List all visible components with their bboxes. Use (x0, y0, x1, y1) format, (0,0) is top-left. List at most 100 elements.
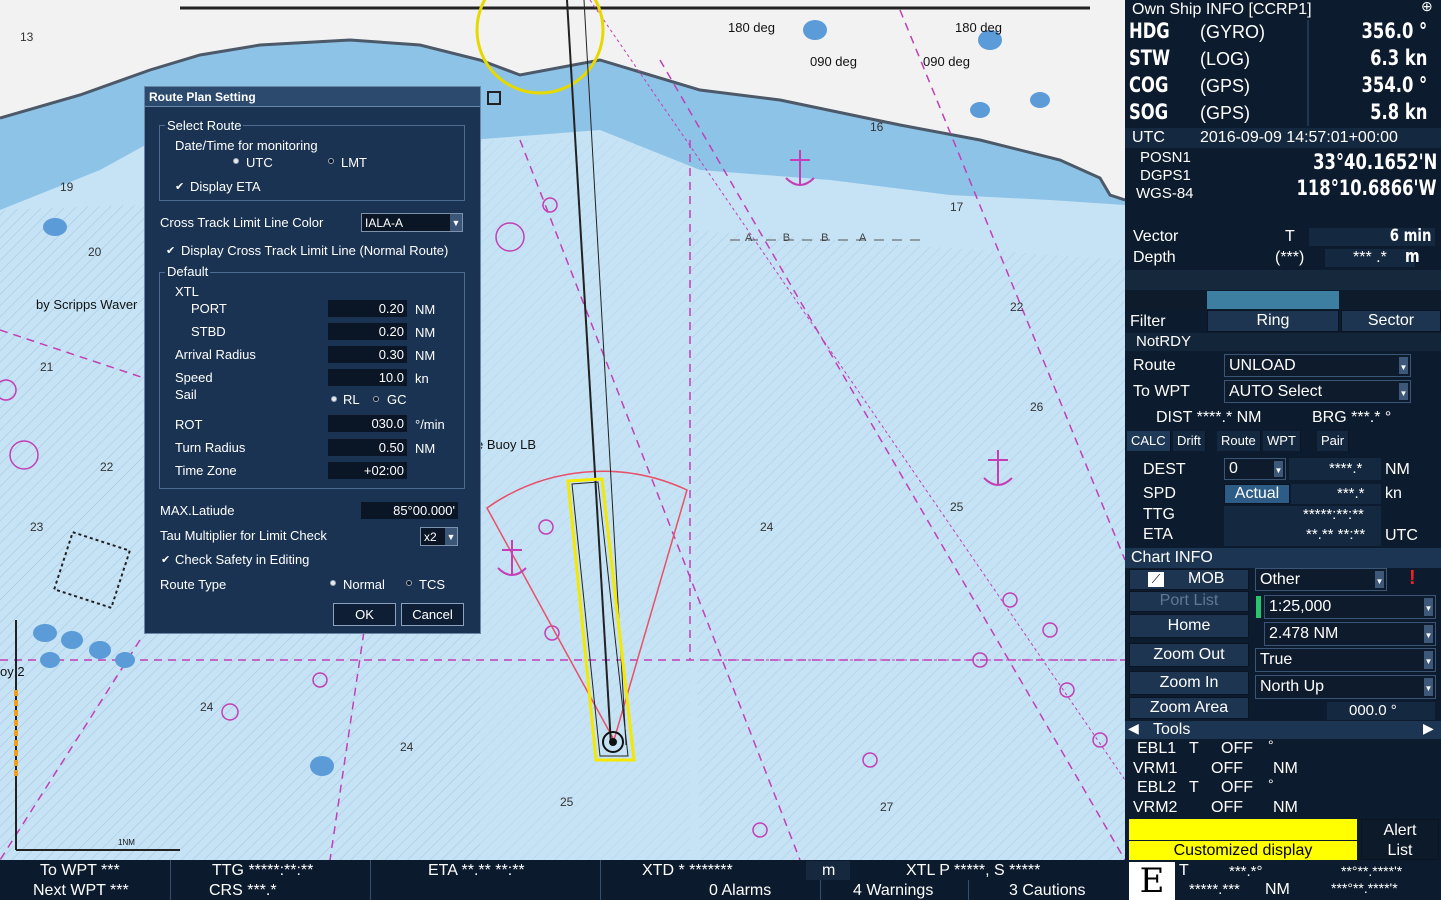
time-zone-input[interactable]: +02:00 (328, 462, 407, 479)
depth-sounding: 13 (20, 30, 34, 44)
divider (170, 860, 171, 900)
dest-select[interactable]: 0 ▼ (1224, 458, 1286, 480)
arrow-left-icon[interactable]: ◀ (1128, 720, 1139, 737)
sog-label: SOG (1129, 100, 1169, 124)
arrival-radius-label: Arrival Radius (175, 347, 256, 362)
ring-button[interactable]: Ring (1207, 310, 1339, 332)
chevron-down-icon: ▼ (445, 528, 457, 545)
depth-sounding: 27 (880, 800, 894, 814)
gc-radio[interactable] (373, 396, 379, 402)
motion-select[interactable]: True ▼ (1255, 648, 1436, 672)
to-wpt-value: AUTO Select (1229, 383, 1323, 400)
vrm1-state[interactable]: OFF (1211, 760, 1243, 778)
cursor-lat: **°**.****'* (1341, 863, 1403, 879)
to-wpt-status: To WPT *** (40, 862, 120, 879)
tab-route[interactable]: Route (1217, 431, 1261, 451)
xtl-color-select[interactable]: IALA-A ▼ (361, 213, 463, 232)
normal-radio[interactable] (330, 580, 336, 586)
depth-sounding: 25 (560, 795, 574, 809)
divider (600, 860, 601, 900)
tau-label: Tau Multiplier for Limit Check (160, 528, 327, 543)
orientation-select[interactable]: North Up ▼ (1255, 675, 1436, 699)
vector-label: Vector (1133, 228, 1179, 245)
zoom-out-button[interactable]: Zoom Out (1129, 643, 1249, 667)
vector-value: 6 min (1389, 226, 1431, 246)
utc-radio[interactable] (233, 158, 239, 164)
ebl2-t: T (1189, 779, 1199, 796)
cog-label: COG (1129, 73, 1169, 97)
scale-select[interactable]: 1:25,000 ▼ (1264, 595, 1436, 619)
port-input[interactable]: 0.20 (328, 300, 407, 317)
alarms-count[interactable]: 0 Alarms (709, 882, 771, 900)
depth-value: *** .* (1353, 249, 1387, 266)
dest-distance: ****.* (1329, 460, 1363, 477)
arrival-radius-input[interactable]: 0.30 (328, 346, 407, 363)
sail-label: Sail (175, 387, 197, 402)
stbd-input[interactable]: 0.20 (328, 323, 407, 340)
tcs-label: TCS (419, 577, 445, 592)
datetime-label: Date/Time for monitoring (175, 138, 318, 153)
warnings-count[interactable]: 4 Warnings (853, 882, 933, 900)
cursor-range-unit: NM (1265, 881, 1290, 898)
ebl1-state[interactable]: OFF (1221, 740, 1253, 758)
turn-radius-input[interactable]: 0.50 (328, 439, 407, 456)
vrm2-unit: NM (1273, 799, 1298, 816)
tab-wpt[interactable]: WPT (1263, 431, 1301, 451)
alert-mark-icon[interactable]: ! (1409, 567, 1416, 590)
spd-mode-button[interactable]: Actual (1224, 484, 1290, 504)
info-panel: Own Ship INFO [CCRP1] ⊕ HDG (GYRO) 356.0… (1125, 0, 1441, 900)
customized-display-alert[interactable]: Customized display (1129, 841, 1357, 860)
motion-value: True (1260, 651, 1293, 668)
compass-icon[interactable]: ⊕ (1421, 0, 1433, 15)
range-select[interactable]: 2.478 NM ▼ (1264, 622, 1436, 646)
speed-input[interactable]: 10.0 (328, 369, 407, 386)
tab-calc[interactable]: CALC (1127, 431, 1171, 451)
rot-input[interactable]: 030.0 (328, 415, 407, 432)
dialog-title[interactable]: Route Plan Setting (145, 87, 480, 107)
tcs-radio[interactable] (406, 580, 412, 586)
display-xtl-checkbox[interactable]: ✔ (166, 244, 175, 257)
turn-radius-unit: NM (415, 441, 436, 456)
place-label: e Buoy LB (476, 437, 536, 452)
vrm2-state[interactable]: OFF (1211, 799, 1243, 817)
tab-pair[interactable]: Pair (1317, 431, 1350, 451)
check-safety-checkbox[interactable]: ✔ (161, 553, 170, 566)
alert-list-button[interactable]: Alert List (1361, 819, 1439, 860)
crs-status: CRS ***.* (209, 882, 277, 899)
cautions-count[interactable]: 3 Cautions (1009, 882, 1086, 900)
cancel-button[interactable]: Cancel (401, 603, 464, 626)
eta-unit: UTC (1385, 527, 1418, 544)
filter-indicator[interactable] (1207, 291, 1339, 309)
route-select[interactable]: UNLOAD ▼ (1224, 354, 1411, 377)
zoom-area-button[interactable]: Zoom Area (1129, 697, 1249, 719)
sector-button[interactable]: Sector (1341, 310, 1441, 332)
tau-select[interactable]: x2 ▼ (420, 527, 458, 546)
range-value: 2.478 NM (1269, 625, 1339, 642)
tab-drift[interactable]: Drift (1173, 431, 1206, 451)
eta-status: ETA **.** **:** (428, 862, 525, 879)
arrow-right-icon[interactable]: ▶ (1423, 720, 1434, 737)
alert-bar-top (1129, 819, 1357, 840)
arrival-radius-unit: NM (415, 348, 436, 363)
dgps-label: DGPS1 (1140, 167, 1191, 184)
port-list-button[interactable]: Port List (1129, 591, 1249, 612)
other-select[interactable]: Other ▼ (1255, 568, 1387, 591)
rl-radio[interactable] (331, 396, 337, 402)
divider (370, 860, 371, 900)
divider (968, 880, 969, 900)
bearing-label: 180 deg (955, 20, 1002, 35)
home-button[interactable]: Home (1129, 614, 1249, 638)
zoom-in-button[interactable]: Zoom In (1129, 671, 1249, 695)
ebl2-unit: ° (1268, 776, 1274, 792)
lmt-radio[interactable] (328, 158, 334, 164)
ebl2-state[interactable]: OFF (1221, 779, 1253, 797)
max-latitude-input[interactable]: 85°00.000' (361, 502, 458, 519)
to-wpt-select[interactable]: AUTO Select ▼ (1224, 380, 1411, 403)
hdg-source: (GYRO) (1200, 22, 1265, 42)
blank-cell (1341, 291, 1441, 309)
sog-value: 5.8 kn (1369, 100, 1427, 124)
mob-button[interactable]: ⟋ MOB (1129, 569, 1249, 590)
display-eta-checkbox[interactable]: ✔ (175, 180, 184, 193)
depth-sounding: 17 (950, 200, 964, 214)
ok-button[interactable]: OK (333, 603, 396, 626)
